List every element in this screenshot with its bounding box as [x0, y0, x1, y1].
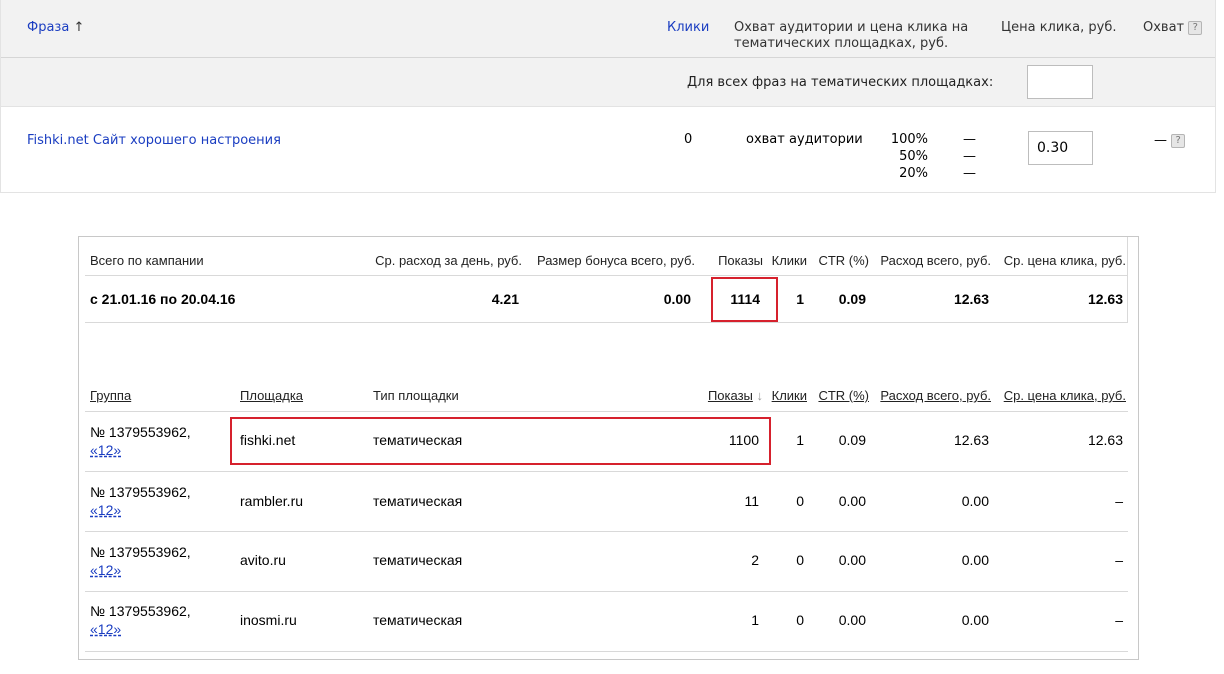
group-cell: № 1379553962, «12»: [90, 483, 191, 519]
row-spend: 12.63: [953, 432, 989, 448]
row-clicks: 1: [796, 432, 804, 448]
phrase-table: Фраза ↑ Клики Охват аудитории и цена кли…: [0, 0, 1216, 193]
reach-percent: 20%: [899, 166, 928, 181]
totals-header-clicks: Клики: [771, 253, 807, 268]
totals-header-shows: Показы: [718, 253, 763, 268]
reach-column-header: Охват аудитории и цена клика на тематиче…: [734, 20, 969, 51]
price-column-header: Цена клика, руб.: [1001, 20, 1117, 35]
totals-spend: 12.63: [953, 291, 989, 307]
row-shows: 11: [744, 493, 759, 509]
totals-header-spend: Расход всего, руб.: [880, 253, 991, 268]
row-shows: 1: [751, 612, 759, 628]
group-column-header[interactable]: Группа: [90, 388, 131, 403]
group-link[interactable]: «12»: [90, 502, 121, 518]
group-number: № 1379553962,: [90, 603, 191, 619]
coverage-value: —: [1154, 133, 1167, 148]
reach-price: —: [963, 132, 976, 147]
platform-name: inosmi.ru: [240, 612, 297, 628]
phrase-table-header: Фраза ↑ Клики Охват аудитории и цена кли…: [1, 0, 1215, 58]
phrase-row: Fishki.net Сайт хорошего настроения 0 ох…: [1, 107, 1215, 192]
coverage-column-header: Охват ?: [1143, 20, 1203, 36]
group-cell: № 1379553962, «12»: [90, 602, 191, 638]
row-shows: 2: [751, 552, 759, 568]
cpc-column-header[interactable]: Ср. цена клика, руб.: [999, 388, 1126, 403]
ctr-column-header[interactable]: CTR (%): [812, 388, 869, 403]
platform-name: avito.ru: [240, 552, 286, 568]
platform-highlight-box: [230, 417, 771, 465]
reach-percent: 50%: [899, 149, 928, 164]
row-ctr: 0.09: [838, 432, 866, 448]
totals-header-bonus: Размер бонуса всего, руб.: [536, 253, 695, 268]
totals-header-avg-daily: Ср. расход за день, руб.: [375, 253, 522, 268]
platform-type: тематическая: [373, 552, 463, 568]
phrase-header-label[interactable]: Фраза: [27, 20, 69, 35]
totals-avg-daily: 4.21: [491, 291, 519, 307]
totals-period: с 21.01.16 по 20.04.16: [90, 291, 236, 307]
group-number: № 1379553962,: [90, 484, 191, 500]
row-spend: 0.00: [961, 493, 989, 509]
row-clicks: 0: [796, 612, 804, 628]
row-clicks: 0: [796, 493, 804, 509]
phrase-price-input[interactable]: 0.30: [1028, 131, 1093, 165]
row-ctr: 0.00: [838, 493, 866, 509]
help-icon[interactable]: ?: [1188, 20, 1203, 35]
totals-ctr: 0.09: [838, 291, 866, 307]
reach-label: охват аудитории: [746, 132, 863, 147]
row-spend: 0.00: [961, 552, 989, 568]
group-link[interactable]: «12»: [90, 621, 121, 637]
reach-percent: 100%: [890, 132, 928, 147]
coverage-header-label: Охват: [1143, 20, 1185, 35]
phrase-clicks: 0: [684, 132, 693, 147]
reach-price: —: [963, 149, 976, 164]
row-cpc: –: [1115, 493, 1123, 509]
totals-cpc: 12.63: [1087, 291, 1123, 307]
clicks-column-header[interactable]: Клики: [767, 388, 807, 403]
shows-column-header[interactable]: Показы ↓: [679, 388, 763, 403]
row-cpc: –: [1115, 612, 1123, 628]
sort-down-icon: ↓: [756, 388, 764, 403]
platform-name: rambler.ru: [240, 493, 304, 509]
group-link[interactable]: «12»: [90, 562, 121, 578]
sort-up-icon: ↑: [73, 20, 85, 35]
shows-highlight-box: [711, 277, 778, 322]
group-cell: № 1379553962, «12»: [90, 423, 191, 459]
all-phrases-price-input[interactable]: [1027, 65, 1093, 99]
all-phrases-label: Для всех фраз на тематических площадках:: [687, 75, 994, 90]
platform-column-header[interactable]: Площадка: [240, 388, 303, 403]
row-spend: 0.00: [961, 612, 989, 628]
help-icon[interactable]: ?: [1171, 133, 1186, 148]
shows-header-label[interactable]: Показы: [708, 388, 753, 403]
platform-type: тематическая: [373, 493, 463, 509]
phrase-link[interactable]: Fishki.net Сайт хорошего настроения: [27, 133, 281, 148]
totals-header-ctr: CTR (%): [818, 253, 869, 268]
group-cell: № 1379553962, «12»: [90, 543, 191, 579]
statistics-panel: Всего по кампании Ср. расход за день, ру…: [78, 236, 1139, 660]
totals-header-cpc: Ср. цена клика, руб.: [1003, 253, 1126, 268]
totals-header-period: Всего по кампании: [90, 253, 204, 268]
totals-bonus: 0.00: [663, 291, 691, 307]
row-ctr: 0.00: [838, 552, 866, 568]
phrase-coverage: — ?: [1154, 133, 1186, 148]
row-cpc: 12.63: [1087, 432, 1123, 448]
row-ctr: 0.00: [838, 612, 866, 628]
spend-column-header[interactable]: Расход всего, руб.: [874, 388, 991, 403]
group-number: № 1379553962,: [90, 544, 191, 560]
row-clicks: 0: [796, 552, 804, 568]
group-link[interactable]: «12»: [90, 442, 121, 458]
phrase-column-header[interactable]: Фраза ↑: [27, 20, 84, 36]
clicks-column-header[interactable]: Клики: [667, 20, 709, 36]
row-cpc: –: [1115, 552, 1123, 568]
reach-price: —: [963, 166, 976, 181]
all-phrases-row: Для всех фраз на тематических площадках:: [1, 58, 1215, 107]
platform-type: тематическая: [373, 612, 463, 628]
group-number: № 1379553962,: [90, 424, 191, 440]
type-column-header: Тип площадки: [373, 388, 459, 403]
totals-clicks: 1: [796, 291, 804, 307]
